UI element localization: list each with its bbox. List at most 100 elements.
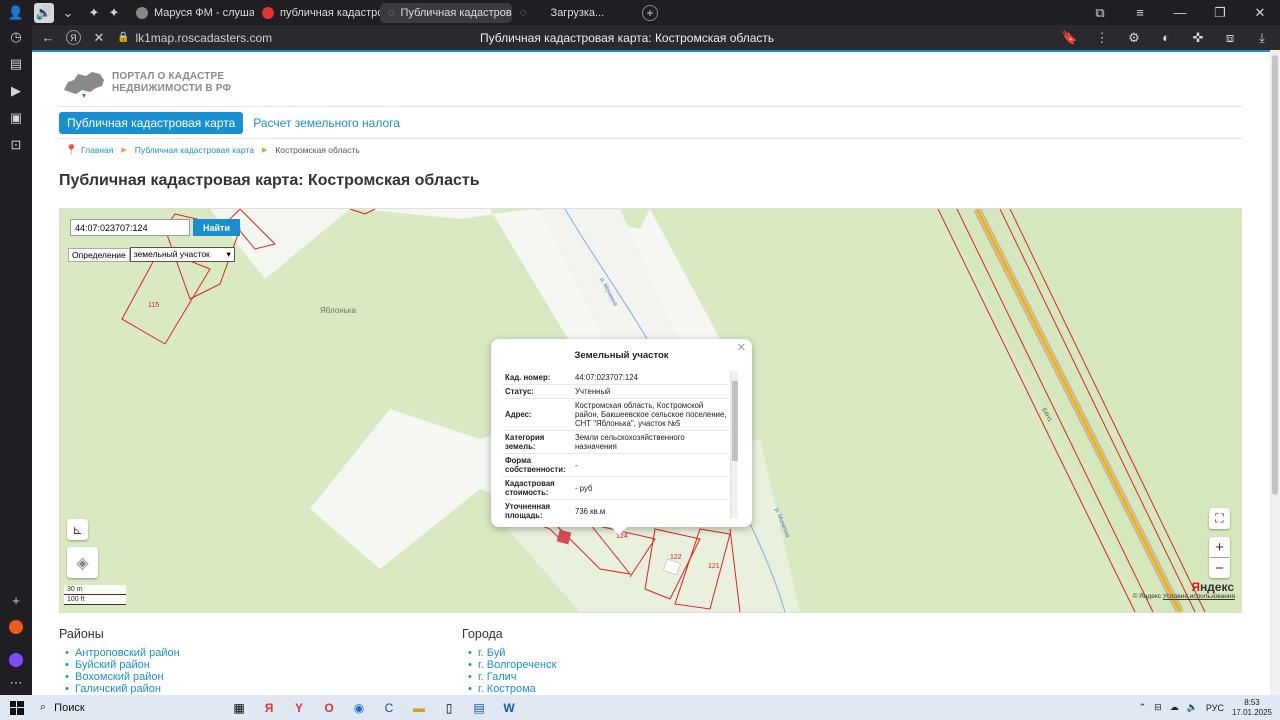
tab-pin-icon[interactable]: ✦ [84,3,104,23]
more-options-icon[interactable]: ⋮ [1092,28,1112,48]
district-link[interactable]: Вохомский район [59,671,180,683]
back-icon[interactable]: ← [38,28,58,48]
district-link[interactable]: Буйский район [59,659,180,671]
sound-icon[interactable]: 🔊 [34,2,54,23]
definition-label: Определение [68,247,130,262]
chevron-down-icon[interactable]: ⌄ [58,3,78,23]
yandex-browser-icon[interactable]: Я [254,695,284,720]
notes-icon[interactable]: ▤ [6,54,26,74]
extensions-icon[interactable]: ✜ [1188,28,1208,48]
city-link[interactable]: г. Волгореченск [462,659,556,671]
cadastral-number-input[interactable] [70,219,190,236]
apps-icon[interactable]: ▣ [6,108,26,128]
parcel-label-122: 122 [670,554,682,561]
page-scroll-thumb[interactable] [1272,55,1278,495]
browser-app-icon[interactable] [9,620,23,634]
network-icon[interactable]: ⊟ [1154,702,1162,713]
menu-icon[interactable]: ≡ [1130,3,1150,23]
terms-link[interactable]: Условия использования [1163,593,1235,600]
volume-icon[interactable]: 🔈 [1187,702,1198,713]
restore-icon[interactable]: ❐ [1210,3,1230,23]
extension-icon-1[interactable]: ⚙ [1124,28,1144,48]
browser-icon[interactable]: ◉ [344,695,374,720]
parcel-label-121: 121 [708,563,720,570]
nav-public-map[interactable]: Публичная кадастровая карта [59,112,244,134]
history-icon[interactable]: ◷ [6,27,26,47]
more-icon[interactable]: ⋯ [6,673,26,693]
fullscreen-button[interactable]: ⛶ [1209,508,1230,529]
tab-public-cadastral-map[interactable]: ◌ Публичная кадастров ✕ [380,2,512,23]
row-value: Земли сельскохозяйственного назначения [573,430,729,454]
tab-loading[interactable]: ◌ Загрузка... [512,3,642,23]
extension-icon-2[interactable]: ◐ [1156,28,1176,48]
city-link[interactable]: г. Кострома [462,683,556,695]
yandex-icon[interactable]: Я [66,30,81,45]
tab-label: Публичная кадастров [400,6,512,19]
document-icon[interactable]: ▯ [434,695,464,720]
url-field[interactable]: 🔒 lk1map.roscadasters.com [117,31,347,45]
stop-icon[interactable]: ✕ [89,28,109,48]
popup-scrollbar[interactable] [730,371,738,519]
task-view-icon[interactable]: ▦ [224,695,254,720]
districts-heading: Районы [59,627,104,641]
zoom-in-button[interactable]: + [1209,537,1230,557]
ruler-button[interactable]: ⊾ [67,519,88,540]
tab-pin-icon-2[interactable]: ✦ [104,3,124,23]
district-link[interactable]: Галичский район [59,683,180,695]
web-page: ПОРТАЛ О КАДАСТРЕ НЕДВИЖИМОСТИ В РФ Публ… [32,50,1270,695]
parcel-label-115: 115 [148,302,159,309]
word-icon[interactable]: W [494,695,524,720]
breadcrumb-map[interactable]: Публичная кадастровая карта [135,145,254,155]
close-window-icon[interactable]: ✕ [1250,3,1270,23]
find-button[interactable]: Найти [193,219,240,236]
popup-scroll-thumb[interactable] [732,381,738,461]
minimize-icon[interactable]: — [1170,3,1190,23]
cities-heading: Города [462,627,503,641]
definition-select[interactable]: земельный участок ▾ [129,247,235,262]
city-link[interactable]: г. Буй [462,647,556,659]
collections-icon[interactable]: ⧈ [1220,28,1240,48]
page-scrollbar[interactable] [1270,50,1280,695]
row-key: Статус: [503,384,573,399]
cadastral-map[interactable]: 115 124 122 121 Яблонька р. Мочехна р. М… [59,208,1242,613]
fullscreen-icon: ⛶ [1215,511,1224,525]
new-tab-icon[interactable]: + [642,4,658,21]
table-row: Адрес: Костромская область, Костромской р… [503,398,729,431]
row-key: Кад. номер: [503,371,573,385]
city-link[interactable]: г. Галич [462,671,556,683]
definition-select-value: земельный участок [133,249,210,259]
nav-land-tax[interactable]: Расчет земельного налога [253,116,400,130]
language-indicator[interactable]: РУС [1206,703,1224,713]
opera-icon[interactable]: O [314,695,344,720]
yandex-logo[interactable]: Яндекс [1191,580,1234,594]
cloud-icon[interactable]: ☁ [1170,702,1179,713]
alice-icon[interactable] [9,653,23,667]
tab-cadastral-search[interactable]: публичная кадастровая к ✕ [254,3,380,23]
screenshot-icon[interactable]: ⊡ [6,135,26,155]
download-icon[interactable]: ⤓ [1252,28,1272,48]
profile-icon[interactable]: 👤 [6,3,26,23]
ccleaner-icon[interactable]: C [374,695,404,720]
zoom-out-button[interactable]: − [1209,558,1230,578]
bookmark-icon[interactable]: 🔖 [1060,28,1080,48]
file-explorer-icon[interactable]: ▬ [404,695,434,720]
popup-table-container[interactable]: Кад. номер: 44:07:023707:124 Статус: Учтен… [503,371,738,519]
logo-text: ПОРТАЛ О КАДАСТРЕ НЕДВИЖИМОСТИ В РФ [112,71,231,95]
app-icon[interactable]: ▤ [464,695,494,720]
layers-button[interactable]: ◈ [67,547,98,578]
clock[interactable]: 8:53 17.01.2025 [1232,698,1272,718]
taskbar-search[interactable]: ⌕ Поиск [34,695,224,720]
district-link[interactable]: Антроповский район [59,647,180,659]
breadcrumb: 📍 Главная ▶ Публичная кадастровая карта … [65,145,360,156]
site-logo[interactable]: ПОРТАЛ О КАДАСТРЕ НЕДВИЖИМОСТИ В РФ [62,68,231,98]
chevron-up-icon[interactable]: ⌃ [1139,702,1147,713]
pin-icon: 📍 [65,145,78,156]
tab-marusya[interactable]: Маруся ФМ - слуша ✕ [128,3,254,23]
start-button[interactable] [0,700,34,715]
add-icon[interactable]: + [6,590,26,610]
video-icon[interactable]: ▶ [6,81,26,101]
row-key: Категория земель: [503,430,573,454]
tabs-menu-icon[interactable]: ⧉ [1090,3,1110,23]
yandex-icon[interactable]: Y [284,695,314,720]
breadcrumb-home[interactable]: Главная [81,145,113,155]
